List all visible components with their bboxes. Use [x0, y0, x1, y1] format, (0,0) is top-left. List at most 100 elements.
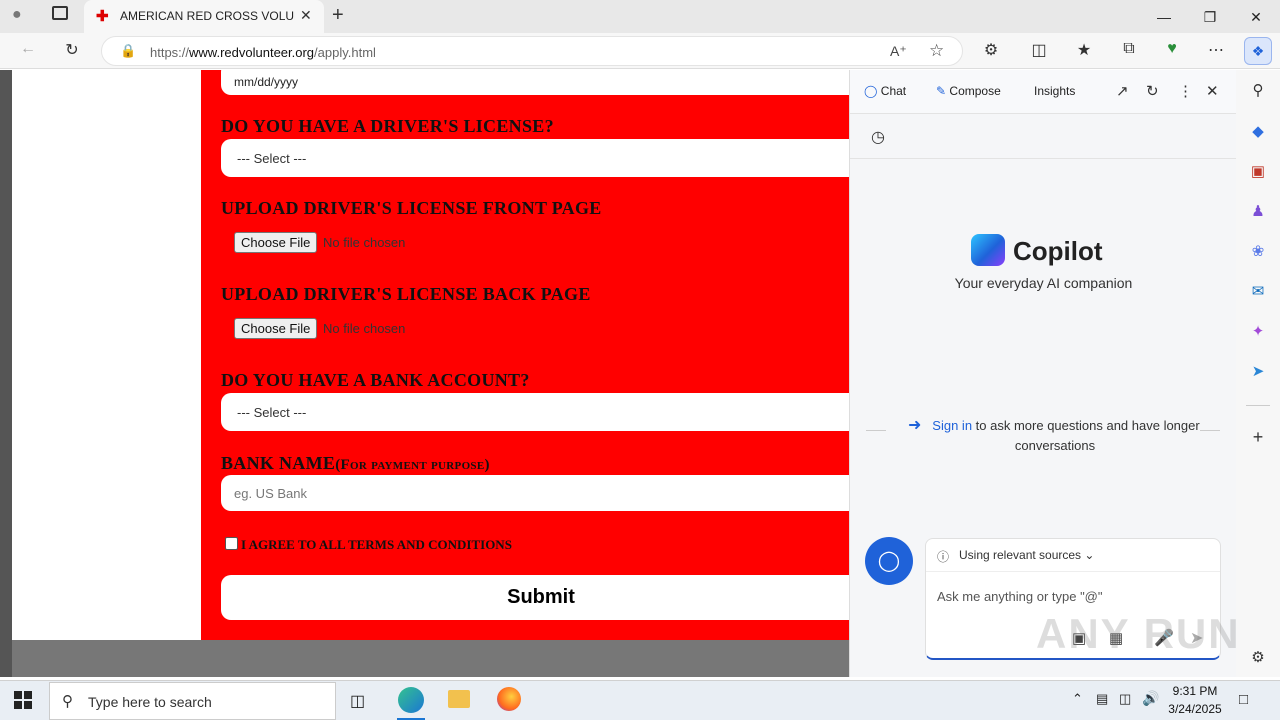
browser-sidebar: ⚲ ◆ ▣ ♟ ❀ ✉ ✦ ➤ + ⚙ [1236, 70, 1280, 677]
sign-in-link[interactable]: Sign in [932, 418, 972, 433]
extensions-icon[interactable]: ⚙ [980, 40, 1002, 60]
favorite-star-icon[interactable]: ☆ [929, 41, 944, 61]
read-aloud-icon[interactable]: A⁺ [890, 43, 907, 60]
task-view-icon[interactable]: ◫ [350, 691, 365, 711]
red-cross-icon: ✚ [96, 8, 109, 25]
close-window-button[interactable]: ✕ [1233, 4, 1279, 30]
date-placeholder: mm/dd/yyyy [234, 75, 299, 89]
input-divider [926, 571, 1220, 572]
tab-title: AMERICAN RED CROSS VOLUNTI [120, 9, 295, 23]
address-bar[interactable]: 🔒 https://www.redvolunteer.org/apply.htm… [101, 36, 963, 66]
tray-chevron-icon[interactable]: ⌃ [1072, 691, 1083, 707]
notifications-icon[interactable]: □ [1239, 691, 1248, 708]
clock-date[interactable]: 3/24/2025 [1163, 702, 1227, 716]
volume-icon[interactable]: 🔊 [1142, 690, 1159, 707]
refresh-panel-icon[interactable]: ↻ [1146, 82, 1159, 100]
date-input[interactable]: mm/dd/yyyy [221, 70, 849, 95]
profile-icon[interactable]: ● [12, 6, 22, 24]
lock-icon: 🔒 [120, 43, 137, 58]
sources-dropdown[interactable]: Using relevant sources ⌄ [959, 548, 1094, 562]
taskbar: ⚲ Type here to search ◫ ⌃ ▤ ◫ 🔊 9:31 PM … [0, 680, 1280, 720]
favorites-icon[interactable]: ★ [1073, 40, 1095, 60]
open-in-new-icon[interactable]: ↗ [1116, 82, 1129, 100]
tools-icon[interactable]: ▣ [1248, 162, 1268, 182]
copilot-button-icon[interactable]: ❖ [1244, 37, 1272, 65]
submit-button[interactable]: Submit [221, 575, 849, 620]
restore-button[interactable]: ❐ [1187, 4, 1233, 30]
back-icon[interactable]: ← [17, 40, 39, 58]
history-icon[interactable]: ◷ [871, 127, 885, 147]
bank-select-value: --- Select --- [237, 405, 307, 420]
copilot-title: Copilot [1013, 236, 1103, 266]
bank-name-question: BANK NAME(For payment purpose) [221, 453, 490, 474]
chevron-down-icon: ⌄ [1084, 548, 1095, 562]
tab-actions-icon[interactable] [52, 6, 68, 20]
bank-name-placeholder: eg. US Bank [234, 486, 307, 501]
bank-name-suffix: (For payment purpose) [335, 457, 490, 473]
watermark: ANY RUN [1036, 610, 1241, 657]
new-tab-icon[interactable]: + [332, 4, 344, 27]
microsoft-365-icon[interactable]: ❀ [1248, 242, 1268, 262]
back-choose-file-button[interactable]: Choose File [234, 318, 318, 339]
copilot-logo-icon [971, 234, 1005, 266]
front-choose-file-button[interactable]: Choose File [234, 232, 318, 253]
back-file-status: No file chosen [323, 321, 406, 336]
network-icon[interactable]: ◫ [1119, 691, 1131, 707]
close-panel-icon[interactable]: ✕ [1206, 82, 1219, 100]
agree-label: I AGREE TO ALL TERMS AND CONDITIONS [241, 537, 512, 552]
page-footer-bar [12, 640, 849, 677]
license-select[interactable]: --- Select --- [221, 139, 849, 177]
performance-icon[interactable]: ♥ [1161, 40, 1183, 58]
edge-taskbar-icon[interactable] [398, 687, 424, 713]
front-upload-question: UPLOAD DRIVER'S LICENSE FRONT PAGE [221, 198, 602, 218]
split-screen-icon[interactable]: ◫ [1028, 40, 1050, 60]
file-explorer-icon[interactable] [448, 690, 470, 708]
tab-active[interactable]: ✚ AMERICAN RED CROSS VOLUNTI ✕ [84, 0, 324, 33]
sidebar-settings-icon[interactable]: ⚙ [1248, 648, 1268, 668]
tab-close-icon[interactable]: ✕ [300, 7, 312, 24]
tab-insights[interactable]: Insights [1034, 84, 1075, 98]
taskbar-search[interactable]: ⚲ Type here to search [49, 682, 336, 720]
info-icon: ⓘ [937, 550, 950, 564]
web-page: mm/dd/yyyy DO YOU HAVE A DRIVER'S LICENS… [0, 70, 849, 677]
refresh-icon[interactable]: ↻ [61, 40, 83, 60]
taskbar-search-placeholder: Type here to search [88, 694, 212, 710]
bank-name-input[interactable]: eg. US Bank [221, 475, 849, 511]
minimize-button[interactable]: — [1141, 4, 1187, 30]
add-sidebar-icon[interactable]: + [1248, 427, 1268, 447]
shopping-icon[interactable]: ◆ [1248, 122, 1268, 142]
bank-select[interactable]: --- Select --- [221, 393, 849, 431]
agree-checkbox[interactable] [225, 537, 238, 550]
sign-in-text: to ask more questions and have longer co… [975, 418, 1200, 453]
tab-chat[interactable]: ◯ Chat [864, 84, 906, 98]
outlook-icon[interactable]: ✉ [1248, 282, 1268, 302]
clock-time[interactable]: 9:31 PM [1170, 684, 1220, 698]
windows-start-icon[interactable] [14, 691, 32, 709]
tab-compose[interactable]: ✎ Compose [936, 84, 1001, 98]
copilot-header: ◯ Chat ✎ Compose Insights ↗ ↻ ⋮ ✕ [850, 70, 1237, 114]
drop-icon[interactable]: ➤ [1248, 362, 1268, 382]
new-chat-button[interactable]: ◯ [865, 537, 913, 585]
copilot-panel: ◯ Chat ✎ Compose Insights ↗ ↻ ⋮ ✕ ◷ Copi… [849, 70, 1239, 677]
device-icon[interactable]: ▤ [1096, 691, 1108, 707]
collections-icon[interactable]: ⧉ [1118, 40, 1140, 58]
games-icon[interactable]: ♟ [1248, 202, 1268, 222]
bank-name-label: BANK NAME [221, 453, 336, 473]
page-left-border [0, 70, 12, 677]
sidebar-divider [1246, 405, 1270, 406]
tab-strip: ● ✚ AMERICAN RED CROSS VOLUNTI ✕ + — ❐ ✕ [0, 0, 1280, 33]
settings-more-icon[interactable]: ⋯ [1205, 40, 1227, 60]
divider-right [1200, 430, 1220, 431]
copilot-divider [850, 158, 1237, 159]
designer-icon[interactable]: ✦ [1248, 322, 1268, 342]
front-file-status: No file chosen [323, 235, 406, 250]
more-options-icon[interactable]: ⋮ [1178, 82, 1193, 100]
firefox-icon[interactable] [497, 687, 521, 711]
url-text: https://www.redvolunteer.org/apply.html [150, 45, 376, 60]
license-question: DO YOU HAVE A DRIVER'S LICENSE? [221, 116, 554, 136]
chat-input[interactable]: Ask me anything or type "@" [937, 589, 1103, 604]
divider-left [866, 430, 886, 431]
search-glass-icon: ⚲ [62, 693, 73, 710]
search-icon[interactable]: ⚲ [1248, 81, 1268, 101]
copilot-subtitle: Your everyday AI companion [954, 275, 1133, 291]
